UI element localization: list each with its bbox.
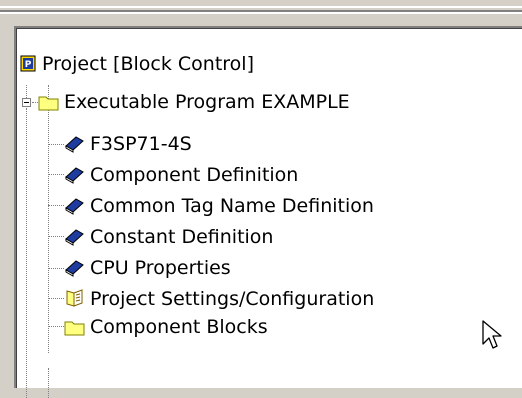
tree-node-label: Common Tag Name Definition xyxy=(90,195,374,217)
tree-node-project-settings[interactable]: Project Settings/Configuration xyxy=(64,285,376,313)
tree-node-executable-program[interactable]: Executable Program EXAMPLE xyxy=(38,88,352,116)
tree-connector xyxy=(48,268,64,269)
tree-node-component-blocks[interactable]: Component Blocks xyxy=(64,313,270,341)
open-book-icon xyxy=(66,289,83,307)
tree-connector xyxy=(48,368,49,398)
project-tree-panel[interactable]: P Project [Block Control] Executable Pro… xyxy=(14,26,522,398)
tree-node-label: Component Definition xyxy=(90,164,299,186)
tree-node-label: Project Settings/Configuration xyxy=(90,288,375,310)
tree-node-constant-definition[interactable]: Constant Definition xyxy=(64,223,275,251)
tree-node-label: Component Blocks xyxy=(90,316,268,338)
tree-connector xyxy=(48,174,64,175)
book-icon xyxy=(65,136,84,153)
tree-connector xyxy=(48,205,64,206)
tree-connector xyxy=(48,326,64,327)
tree-node-label: Executable Program EXAMPLE xyxy=(64,91,350,113)
frame-face-lower xyxy=(0,14,522,26)
book-icon xyxy=(65,260,84,277)
tree-node-label: F3SP71-4S xyxy=(90,133,192,155)
tree-node-f3sp71-4s[interactable]: F3SP71-4S xyxy=(64,130,194,158)
tree-node-label: CPU Properties xyxy=(90,257,231,279)
collapse-icon[interactable] xyxy=(22,98,31,107)
svg-text:P: P xyxy=(25,60,32,70)
project-tree[interactable]: P Project [Block Control] Executable Pro… xyxy=(16,28,522,398)
tree-connector xyxy=(48,236,64,237)
folder-icon xyxy=(38,96,59,111)
mouse-cursor-icon xyxy=(482,320,502,349)
folder-icon xyxy=(64,321,85,336)
tree-node-component-definition[interactable]: Component Definition xyxy=(64,161,300,189)
tree-node-label: Project [Block Control] xyxy=(42,53,254,75)
book-icon xyxy=(65,229,84,246)
tree-node-label: Constant Definition xyxy=(90,226,274,248)
book-icon xyxy=(65,167,84,184)
tree-connector xyxy=(48,144,64,145)
tree-connector xyxy=(48,85,49,353)
tree-connector xyxy=(26,108,27,398)
tree-node-cpu-properties[interactable]: CPU Properties xyxy=(64,254,233,282)
tree-node-common-tag-name-definition[interactable]: Common Tag Name Definition xyxy=(64,192,376,220)
tree-connector xyxy=(48,298,64,299)
project-icon: P xyxy=(20,55,36,72)
tree-node-project[interactable]: P Project [Block Control] xyxy=(18,50,256,78)
book-icon xyxy=(65,198,84,215)
